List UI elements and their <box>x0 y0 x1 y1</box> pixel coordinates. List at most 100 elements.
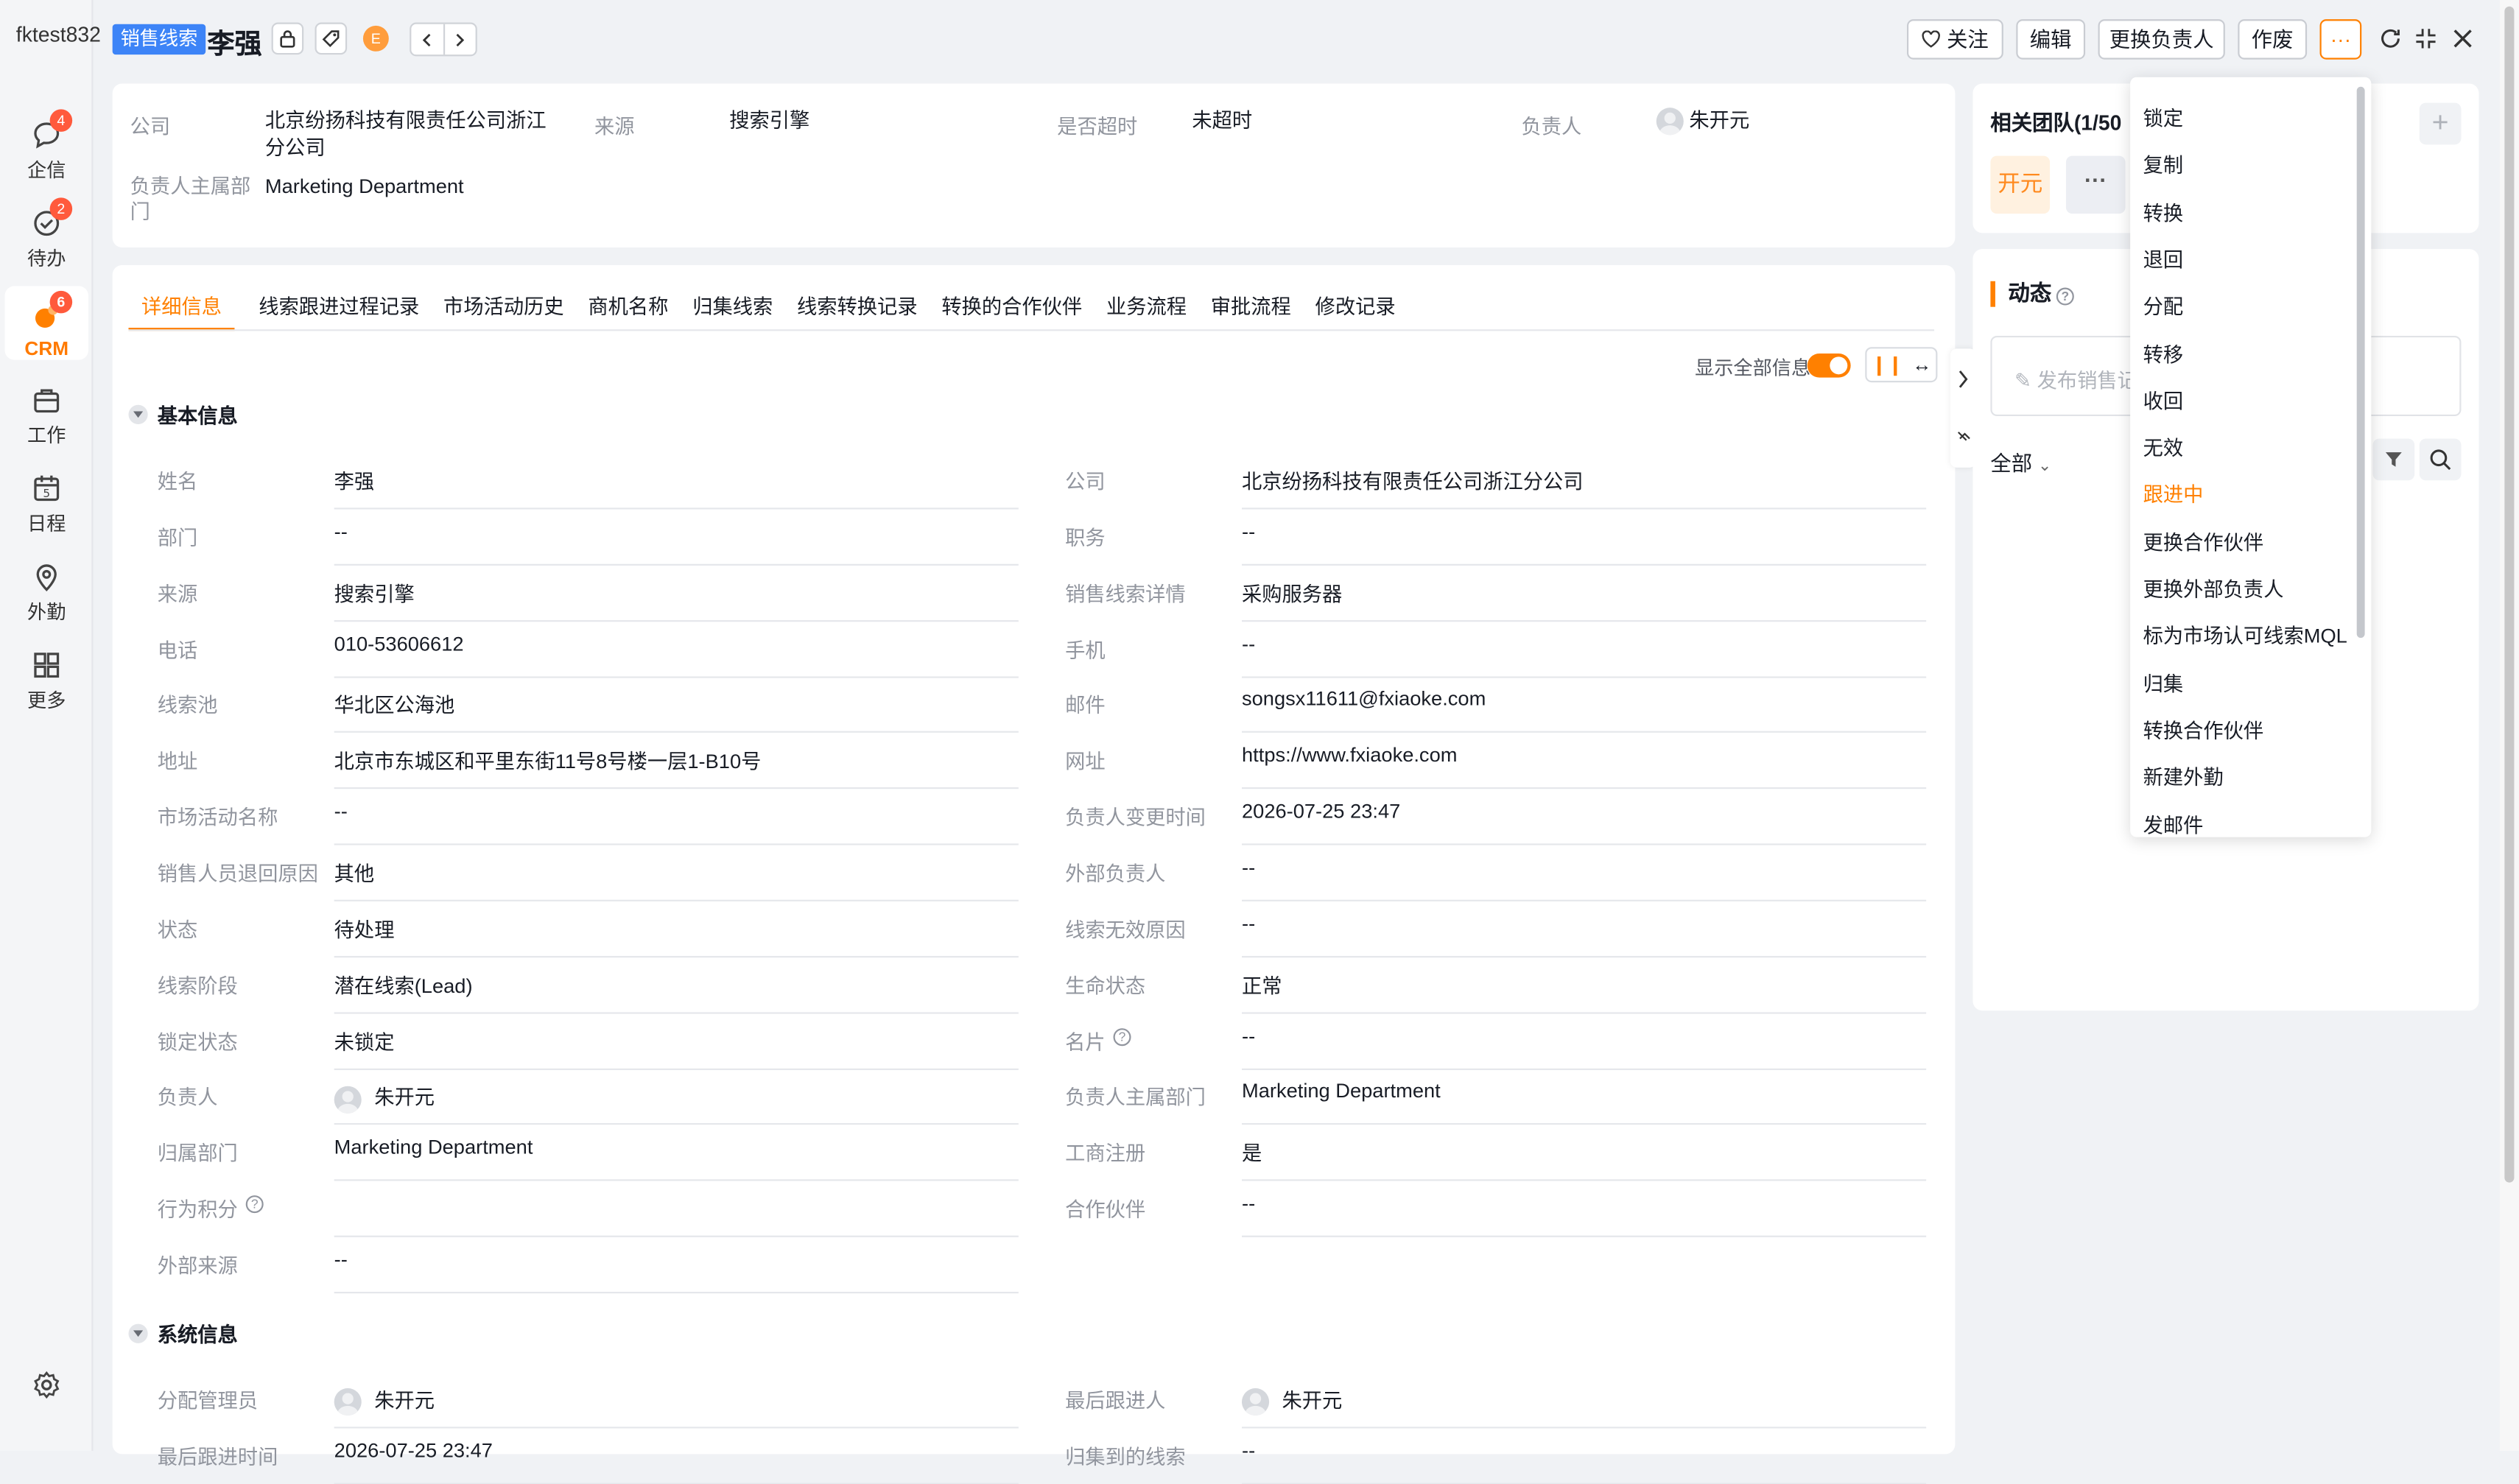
field-label: 外部负责人 <box>1065 862 1166 885</box>
field-row: 来源 搜索引擎 <box>157 565 1020 622</box>
help-icon[interactable]: ? <box>245 1195 264 1214</box>
menu-item[interactable]: 退回 <box>2143 242 2184 272</box>
owner-name[interactable]: 朱开元 <box>1689 109 1749 132</box>
avatar <box>334 1388 362 1416</box>
columns-icon[interactable]: ❙❙ <box>1871 354 1903 376</box>
field-value[interactable]: 朱开元 <box>334 1080 435 1113</box>
nav-item-more[interactable]: 更多 <box>5 639 88 713</box>
tab-conversion-records[interactable]: 线索转换记录 <box>797 289 918 331</box>
field-label: 名片 <box>1065 1030 1106 1054</box>
nav-label: 外勤 <box>27 600 66 624</box>
nav-item-messages[interactable]: 4 企信 <box>5 109 88 183</box>
menu-item[interactable]: 跟进中 <box>2143 478 2204 508</box>
chevron-right-icon[interactable] <box>442 24 476 55</box>
field-label: 负责人变更时间 <box>1065 806 1206 829</box>
field-row: 电话 010-53606612 <box>158 621 1020 678</box>
nav-item-schedule[interactable]: 5 日程 <box>5 463 88 536</box>
caret-down-icon <box>128 404 148 424</box>
coin-icon[interactable]: E <box>362 25 389 52</box>
filter-icon[interactable] <box>2372 438 2415 481</box>
layout-switch[interactable]: ❙❙ ↔ <box>1865 347 1938 383</box>
help-icon[interactable]: ? <box>2056 287 2074 306</box>
nav-item-crm[interactable]: 6 CRM <box>4 286 88 360</box>
nav-item-work[interactable]: 工作 <box>5 374 88 448</box>
field-row: 工商注册 是 <box>1065 1125 1928 1181</box>
field-label: 负责人主属部门 <box>1065 1086 1206 1110</box>
menu-item[interactable]: 复制 <box>2143 148 2184 178</box>
change-owner-button[interactable]: 更换负责人 <box>2098 19 2225 60</box>
tab-merged-leads[interactable]: 归集线索 <box>692 289 773 331</box>
tab-details[interactable]: 详细信息 <box>128 289 235 331</box>
menu-item[interactable]: 转换合作伙伴 <box>2143 713 2264 743</box>
menu-item[interactable]: 更换合作伙伴 <box>2143 525 2264 555</box>
activity-filter-dropdown[interactable]: 全部 ⌄ <box>1990 446 2051 477</box>
refresh-icon[interactable] <box>2378 26 2403 52</box>
account-name[interactable]: fktest832 <box>16 23 101 47</box>
search-icon[interactable] <box>2419 438 2462 481</box>
show-all-toggle[interactable] <box>1807 353 1851 378</box>
settings-gear-icon[interactable] <box>30 1369 63 1402</box>
grid-icon <box>30 649 63 681</box>
post-placeholder: 发布销售记 <box>2037 369 2137 393</box>
page-scrollbar[interactable] <box>2499 0 2519 1451</box>
menu-item[interactable]: 无效 <box>2143 431 2184 461</box>
chat-icon: 4 <box>30 109 73 151</box>
section-basic-header[interactable]: 基本信息 <box>128 398 238 429</box>
nav-item-todo[interactable]: 2 待办 <box>5 197 88 271</box>
tab-approval-flow[interactable]: 审批流程 <box>1211 289 1291 331</box>
team-member-avatar[interactable]: 开元 <box>1990 155 2051 214</box>
menu-vertical-scrollbar[interactable] <box>2356 86 2365 639</box>
field-value[interactable]: 朱开元 <box>334 1383 435 1416</box>
tag-icon[interactable] <box>315 22 348 55</box>
field-row: 最后跟进时间 2026-07-25 23:47 <box>158 1428 1020 1484</box>
summary-source-value: 搜索引擎 <box>729 109 810 132</box>
menu-item[interactable]: 新建外勤 <box>2143 760 2224 790</box>
field-label: 公司 <box>1065 471 1106 493</box>
menu-item[interactable]: 转换 <box>2143 195 2184 225</box>
lock-icon[interactable] <box>271 22 304 55</box>
crm-icon: 6 <box>30 290 73 333</box>
follow-button[interactable]: 关注 <box>1906 19 2003 60</box>
field-row: 状态 待处理 <box>158 901 1020 957</box>
field-label: 市场活动名称 <box>157 806 278 829</box>
section-system-header[interactable]: 系统信息 <box>128 1318 238 1348</box>
team-more-button[interactable]: ··· <box>2065 155 2126 214</box>
collapse-icon[interactable] <box>2413 26 2439 52</box>
field-value[interactable]: 朱开元 <box>1242 1383 1342 1416</box>
field-value: 华北区公海池 <box>334 694 455 717</box>
activity-title-text: 动态 <box>2008 281 2052 306</box>
edit-button[interactable]: 编辑 <box>2016 19 2086 60</box>
tab-change-log[interactable]: 修改记录 <box>1315 289 1396 331</box>
field-label: 来源 <box>157 583 198 605</box>
section-title: 基本信息 <box>157 404 238 428</box>
invalidate-button[interactable]: 作废 <box>2238 19 2308 60</box>
expand-horizontal-icon[interactable]: ↔ <box>1912 354 1931 376</box>
menu-item[interactable]: 锁定 <box>2143 101 2184 131</box>
chevron-left-icon[interactable] <box>411 24 443 54</box>
field-row: 网址 https://www.fxiaoke.com <box>1065 733 1928 790</box>
tab-opportunity[interactable]: 商机名称 <box>588 289 668 331</box>
tab-business-flow[interactable]: 业务流程 <box>1106 289 1187 331</box>
field-value: 李强 <box>334 471 375 493</box>
menu-item[interactable]: 标为市场认可线索MQL <box>2143 619 2347 650</box>
menu-item[interactable]: 发邮件 <box>2143 807 2204 837</box>
menu-item[interactable]: 转移 <box>2143 337 2184 367</box>
add-member-button[interactable]: + <box>2419 102 2462 145</box>
field-value: 北京市东城区和平里东街11号8号楼一层1-B10号 <box>334 750 762 773</box>
chevron-down-icon: ⌄ <box>2038 457 2052 476</box>
menu-item[interactable]: 收回 <box>2143 384 2184 414</box>
tab-converted-partners[interactable]: 转换的合作伙伴 <box>941 289 1082 331</box>
close-icon[interactable] <box>2450 26 2476 52</box>
avatar <box>1656 108 1684 136</box>
menu-item[interactable]: 更换外部负责人 <box>2143 572 2284 602</box>
more-actions-button[interactable]: ··· <box>2319 19 2362 60</box>
menu-item[interactable]: 归集 <box>2143 666 2184 696</box>
tab-followup-records[interactable]: 线索跟进过程记录 <box>259 289 419 331</box>
field-row: 线索池 华北区公海池 <box>158 677 1020 734</box>
field-value: 潜在线索(Lead) <box>334 974 473 997</box>
menu-item[interactable]: 分配 <box>2143 289 2184 320</box>
tab-campaign-history[interactable]: 市场活动历史 <box>443 289 564 331</box>
field-label: 姓名 <box>157 471 198 493</box>
nav-item-field[interactable]: 外勤 <box>5 551 88 625</box>
help-icon[interactable]: ? <box>1113 1027 1131 1046</box>
